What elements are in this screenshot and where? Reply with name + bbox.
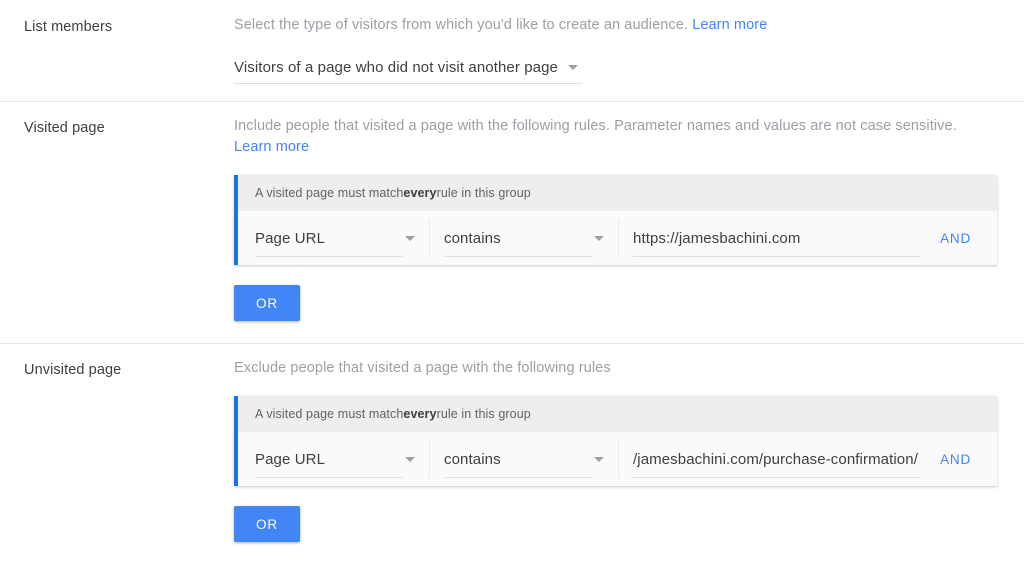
field-underline (255, 477, 403, 478)
rule-card-header-prefix: A visited page must match (255, 407, 404, 421)
section-body-list-members: Select the type of visitors from which y… (234, 15, 996, 84)
learn-more-link-visited-page[interactable]: Learn more (234, 139, 309, 155)
visited-page-description-text: Include people that visited a page with … (234, 118, 957, 134)
rule-card-header-bold: every (403, 186, 437, 200)
visited-page-dimension-value: Page URL (255, 229, 326, 247)
unvisited-page-description: Exclude people that visited a page with … (234, 358, 996, 379)
field-underline (444, 477, 592, 478)
field-underline (444, 256, 592, 257)
learn-more-link-list-members[interactable]: Learn more (692, 17, 767, 33)
list-members-description-text: Select the type of visitors from which y… (234, 17, 693, 33)
chevron-down-icon (594, 235, 604, 241)
visited-page-dimension-select[interactable]: Page URL (255, 219, 415, 257)
unvisited-page-rule-row: Page URL contains /jamesbachini.com/purc… (238, 432, 997, 486)
unvisited-page-value-input[interactable]: /jamesbachini.com/purchase-confirmation/ (633, 440, 933, 478)
visited-page-description: Include people that visited a page with … (234, 116, 996, 158)
unvisited-page-match-value: contains (444, 450, 501, 468)
section-unvisited-page: Unvisited page Exclude people that visit… (0, 344, 1024, 564)
section-body-unvisited-page: Exclude people that visited a page with … (234, 358, 997, 542)
visitor-type-select[interactable]: Visitors of a page who did not visit ano… (234, 59, 582, 84)
visited-page-match-select[interactable]: contains (444, 219, 604, 257)
section-body-visited-page: Include people that visited a page with … (234, 116, 997, 321)
chevron-down-icon (405, 235, 415, 241)
field-separator (429, 440, 430, 478)
section-list-members: List members Select the type of visitors… (0, 0, 1024, 102)
unvisited-page-rule-card: A visited page must match every rule in … (234, 396, 997, 486)
visited-page-match-value: contains (444, 229, 501, 247)
unvisited-page-value-text: /jamesbachini.com/purchase-confirmation/ (633, 450, 918, 468)
visited-page-value-input[interactable]: https://jamesbachini.com (633, 219, 933, 257)
chevron-down-icon (594, 456, 604, 462)
unvisited-page-and-button[interactable]: AND (936, 446, 975, 473)
field-underline (633, 256, 921, 257)
field-underline (255, 256, 403, 257)
field-underline (633, 477, 921, 478)
visited-page-rule-card: A visited page must match every rule in … (234, 175, 997, 265)
visited-page-value-text: https://jamesbachini.com (633, 229, 801, 247)
visited-page-or-button[interactable]: OR (234, 285, 300, 321)
rule-card-header-bold: every (403, 407, 437, 421)
field-separator (618, 219, 619, 257)
audience-rule-builder: List members Select the type of visitors… (0, 0, 1024, 542)
visitor-type-select-value: Visitors of a page who did not visit ano… (234, 59, 558, 76)
rule-card-header-suffix: rule in this group (436, 186, 531, 200)
field-separator (618, 440, 619, 478)
unvisited-page-rule-card-header: A visited page must match every rule in … (238, 396, 997, 432)
section-label-unvisited-page: Unvisited page (24, 362, 122, 378)
section-label-visited-page: Visited page (24, 120, 105, 136)
field-separator (429, 219, 430, 257)
chevron-down-icon (568, 65, 578, 70)
unvisited-page-dimension-value: Page URL (255, 450, 326, 468)
chevron-down-icon (405, 456, 415, 462)
section-visited-page: Visited page Include people that visited… (0, 102, 1024, 344)
unvisited-page-dimension-select[interactable]: Page URL (255, 440, 415, 478)
visited-page-and-button[interactable]: AND (936, 225, 975, 252)
list-members-description: Select the type of visitors from which y… (234, 15, 996, 36)
rule-card-header-prefix: A visited page must match (255, 186, 404, 200)
unvisited-page-or-button[interactable]: OR (234, 506, 300, 542)
visited-page-rule-card-header: A visited page must match every rule in … (238, 175, 997, 211)
section-label-list-members: List members (24, 19, 113, 35)
rule-card-header-suffix: rule in this group (436, 407, 531, 421)
visited-page-rule-row: Page URL contains https://jamesbachini.c… (238, 211, 997, 265)
unvisited-page-description-text: Exclude people that visited a page with … (234, 360, 611, 376)
unvisited-page-match-select[interactable]: contains (444, 440, 604, 478)
